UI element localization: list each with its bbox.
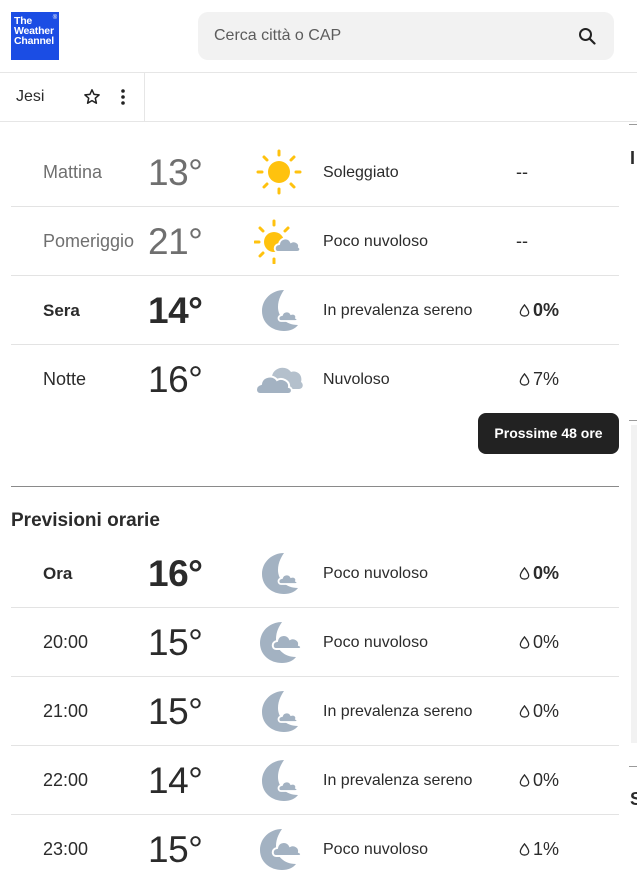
site-header: The Weather Channel ®: [0, 0, 637, 73]
hour-label: 23:00: [43, 839, 89, 859]
location-bar-divider: [0, 121, 637, 122]
sun-icon: [254, 149, 304, 195]
search-box[interactable]: [198, 12, 614, 60]
hourly-row-now[interactable]: Ora 16° Poco nuvoloso 0%: [11, 539, 619, 608]
weather-description: Poco nuvoloso: [323, 634, 428, 651]
weather-description: In prevalenza sereno: [323, 703, 473, 720]
hourly-row-2300[interactable]: 23:00 15° Poco nuvoloso 1%: [11, 815, 619, 878]
daypart-label: Sera: [43, 301, 80, 320]
hour-temperature: 15°: [148, 691, 203, 732]
daypart-temperature: 21°: [148, 221, 203, 262]
precip-chance: 1%: [519, 815, 559, 878]
search-icon[interactable]: [578, 27, 596, 45]
precip-value: 0%: [533, 770, 560, 790]
partly-cloudy-day-icon: [254, 218, 304, 264]
precip-value: 0%: [533, 632, 560, 652]
edge-text-fragment: I: [630, 148, 636, 168]
star-icon[interactable]: [83, 88, 101, 106]
kebab-icon[interactable]: [114, 87, 132, 107]
hour-temperature: 15°: [148, 622, 203, 663]
precip-chance: 0%: [519, 677, 559, 746]
daypart-label: Notte: [43, 369, 87, 389]
hourly-row-2200[interactable]: 22:00 14° In prevalenza sereno 0%: [11, 746, 619, 815]
hour-label: 20:00: [43, 632, 89, 652]
precip-value: 0%: [533, 563, 560, 583]
weather-description: Poco nuvoloso: [323, 233, 428, 250]
daypart-temperature: 13°: [148, 152, 203, 193]
precip-value: 0%: [533, 300, 560, 320]
raindrop-icon: [519, 567, 530, 580]
hour-temperature: 15°: [148, 829, 203, 870]
section-divider: [11, 486, 619, 487]
hour-label: 21:00: [43, 701, 89, 721]
daypart-row-evening[interactable]: Sera 14° In prevalenza sereno 0%: [11, 276, 619, 345]
edge-divider: [629, 124, 637, 125]
precip-value: --: [516, 162, 528, 182]
edge-text-fragment: S: [630, 789, 637, 809]
precip-chance: 0%: [519, 608, 559, 677]
moon-partly-cloudy-icon: [254, 619, 304, 665]
edge-divider: [629, 420, 637, 421]
moon-mostly-clear-icon: [254, 688, 304, 734]
precip-value: 7%: [533, 369, 560, 389]
cloud-icon: [254, 356, 304, 402]
moon-mostly-clear-icon: [254, 550, 304, 596]
registered-mark: ®: [52, 15, 57, 21]
edge-divider: [629, 766, 637, 767]
daypart-temperature: 14°: [148, 290, 203, 331]
precip-chance: 0%: [519, 276, 559, 345]
moon-mostly-clear-icon: [254, 757, 304, 803]
logo-line-3: Channel: [14, 35, 55, 47]
daypart-row-night[interactable]: Notte 16° Nuvoloso 7%: [11, 345, 619, 414]
hour-temperature: 16°: [148, 553, 203, 594]
next-48-hours-button[interactable]: Prossime 48 ore: [478, 413, 619, 454]
precip-chance: 0%: [519, 539, 559, 608]
daypart-label: Pomeriggio: [43, 231, 135, 251]
weather-description: Soleggiato: [323, 164, 399, 181]
weather-description: Nuvoloso: [323, 371, 390, 388]
weather-description: In prevalenza sereno: [323, 302, 473, 319]
daypart-label: Mattina: [43, 162, 103, 182]
location-name[interactable]: Jesi: [16, 88, 44, 106]
hourly-row-2000[interactable]: 20:00 15° Poco nuvoloso 0%: [11, 608, 619, 677]
raindrop-icon: [519, 636, 530, 649]
precip-value: --: [516, 231, 528, 251]
weather-channel-logo[interactable]: The Weather Channel ®: [11, 12, 59, 60]
weather-description: In prevalenza sereno: [323, 772, 473, 789]
hour-temperature: 14°: [148, 760, 203, 801]
precip-chance: 7%: [519, 345, 559, 414]
moon-partly-cloudy-icon: [254, 826, 304, 872]
precip-value: 1%: [533, 839, 560, 859]
location-bar: Jesi: [0, 73, 145, 122]
hour-label: Ora: [43, 564, 73, 583]
edge-panel: [631, 425, 637, 743]
raindrop-icon: [519, 843, 530, 856]
weather-description: Poco nuvoloso: [323, 841, 428, 858]
raindrop-icon: [519, 774, 530, 787]
daypart-row-morning[interactable]: Mattina 13° Soleggiato --: [11, 138, 619, 207]
search-input[interactable]: [198, 12, 568, 60]
daypart-temperature: 16°: [148, 359, 203, 400]
raindrop-icon: [519, 373, 530, 386]
precip-value: 0%: [533, 701, 560, 721]
raindrop-icon: [519, 705, 530, 718]
moon-clear-icon: [254, 287, 304, 333]
daypart-row-afternoon[interactable]: Pomeriggio 21° Poco nuvoloso --: [11, 207, 619, 276]
precip-chance: 0%: [519, 746, 559, 815]
hour-label: 22:00: [43, 770, 89, 790]
raindrop-icon: [519, 304, 530, 317]
hourly-row-2100[interactable]: 21:00 15° In prevalenza sereno 0%: [11, 677, 619, 746]
weather-description: Poco nuvoloso: [323, 565, 428, 582]
hourly-forecast-title: Previsioni orarie: [11, 510, 160, 531]
